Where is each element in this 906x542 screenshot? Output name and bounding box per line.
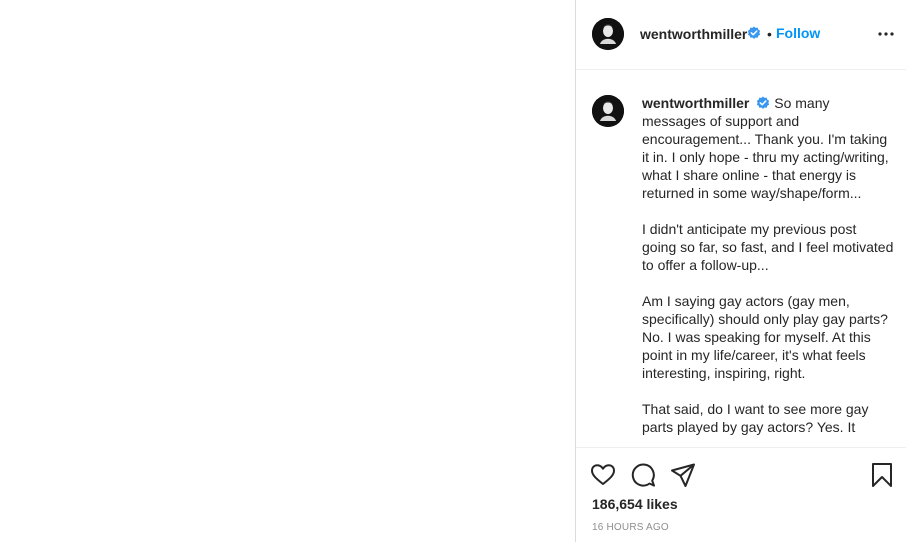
verified-badge-icon — [747, 26, 761, 39]
caption-avatar[interactable] — [592, 95, 624, 127]
post-header: wentworthmiller • Follow — [576, 0, 906, 70]
comment-icon[interactable] — [630, 462, 656, 488]
post-timestamp[interactable]: 16 HOURS AGO — [592, 522, 669, 533]
caption-text: So many messages of support and encourag… — [642, 95, 894, 435]
like-count[interactable]: 186,654 likes — [592, 496, 678, 512]
avatar-image — [592, 18, 624, 50]
more-options-icon[interactable] — [876, 26, 896, 42]
verified-badge-icon — [757, 96, 770, 109]
avatar[interactable] — [592, 18, 624, 50]
header-separator: • — [767, 26, 772, 42]
caption-username[interactable]: wentworthmiller — [642, 95, 749, 111]
share-icon[interactable] — [670, 462, 696, 488]
follow-button[interactable]: Follow — [776, 25, 820, 41]
post-author-username[interactable]: wentworthmiller — [640, 26, 747, 42]
bookmark-icon[interactable] — [870, 462, 894, 488]
heart-icon[interactable] — [590, 462, 616, 488]
avatar-image — [592, 95, 624, 127]
post-side-panel: wentworthmiller • Follow wentworthmiller… — [575, 0, 906, 542]
post-media-area — [0, 0, 575, 542]
post-actions-section: 186,654 likes 16 HOURS AGO — [576, 447, 906, 542]
caption-section[interactable]: wentworthmiller So many messages of supp… — [576, 71, 906, 447]
post-caption: wentworthmiller So many messages of supp… — [642, 94, 894, 436]
